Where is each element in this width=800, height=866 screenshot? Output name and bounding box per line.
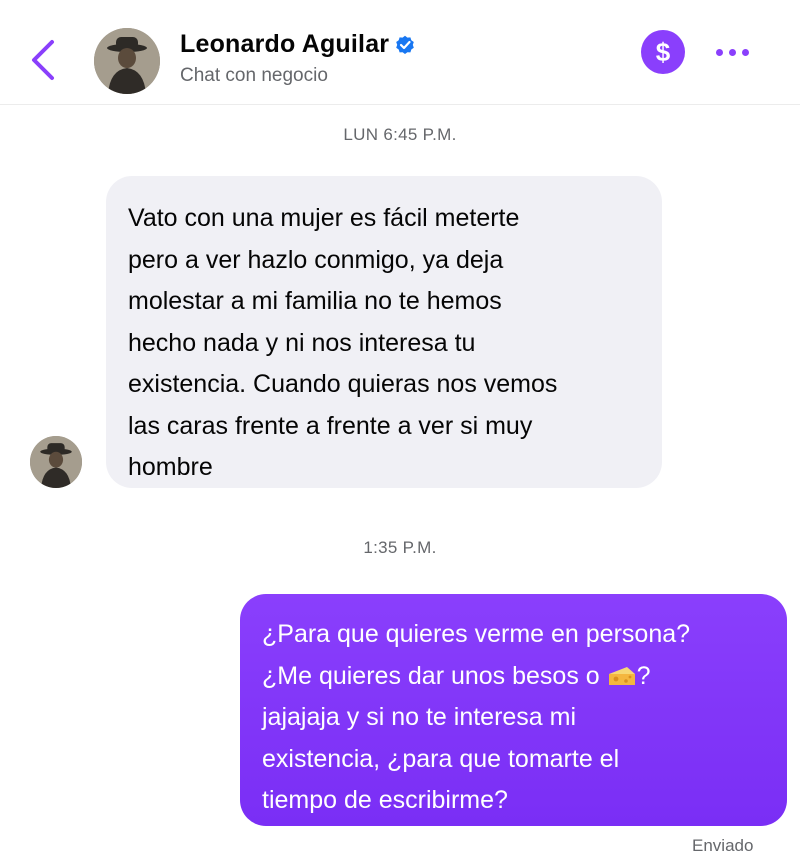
message-timestamp: 1:35 P.M.	[363, 538, 437, 557]
header-title[interactable]: Leonardo Aguilar Chat con negocio	[180, 30, 415, 87]
sender-avatar[interactable]	[30, 436, 82, 488]
cheese-icon	[608, 666, 635, 685]
message-text: ?	[636, 661, 651, 690]
contact-avatar[interactable]	[94, 28, 160, 94]
payment-button[interactable]: $	[641, 30, 685, 74]
outgoing-message-bubble[interactable]: ¿Para que quieres verme en persona? ¿Me …	[240, 594, 787, 826]
message-line: tiempo de escribirme?	[262, 786, 508, 814]
chat-type-label: Chat con negocio	[180, 65, 328, 86]
message-text: ¿Me quieres dar unos besos o	[262, 661, 607, 690]
message-line: ¿Me quieres dar unos besos o ?	[262, 656, 767, 698]
more-options-button[interactable]	[708, 38, 756, 66]
avatar-image	[30, 436, 82, 488]
chevron-left-icon	[32, 40, 54, 80]
more-dots-icon	[715, 48, 723, 56]
message-status: Enviado	[692, 836, 754, 855]
message-line: existencia, ¿para que tomarte el	[262, 744, 620, 773]
avatar-image	[94, 28, 160, 94]
message-timestamp: LUN 6:45 P.M.	[343, 125, 457, 144]
message-line: ¿Para que quieres verme en persona?	[262, 620, 691, 648]
verified-badge-icon	[396, 35, 415, 54]
dollar-icon: $	[655, 36, 671, 67]
back-button[interactable]	[26, 38, 66, 82]
message-line: jajajaja y si no te interesa mi	[262, 703, 577, 731]
contact-name: Leonardo Aguilar	[180, 30, 390, 58]
incoming-message-bubble[interactable]: Vato con una mujer es fácil meterte pero…	[106, 176, 662, 488]
chat-header: Leonardo Aguilar Chat con negocio $	[0, 0, 800, 105]
